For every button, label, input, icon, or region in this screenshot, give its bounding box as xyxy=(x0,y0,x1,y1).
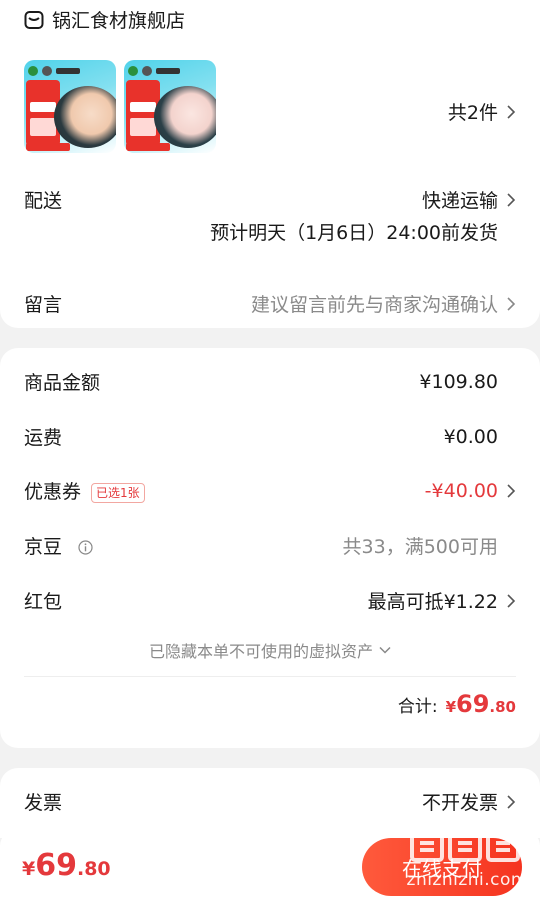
bottom-price-integer: 69 xyxy=(35,848,77,883)
chevron-down-icon xyxy=(379,646,391,654)
total-currency: ¥ xyxy=(445,698,457,716)
chevron-right-icon xyxy=(507,192,516,207)
coupon-selected-badge: 已选1张 xyxy=(91,482,145,503)
red-packet-label: 红包 xyxy=(24,591,63,613)
shipping-label: 运费 xyxy=(24,427,63,449)
message-label: 留言 xyxy=(24,294,63,316)
coupon-row[interactable]: 优惠券 已选1张 -¥40.00 xyxy=(24,477,516,504)
delivery-row[interactable]: 配送 快递运输 xyxy=(24,186,516,213)
delivery-method: 快递运输 xyxy=(421,190,498,212)
shipping-row: 运费 ¥0.00 xyxy=(24,423,516,450)
chevron-right-icon xyxy=(507,794,516,809)
message-placeholder: 建议留言前先与商家沟通确认 xyxy=(250,294,498,316)
delivery-label: 配送 xyxy=(24,190,63,212)
product-count: 共2件 xyxy=(447,102,498,124)
chevron-right-icon xyxy=(507,483,516,498)
invoice-row[interactable]: 发票 不开发票 xyxy=(24,788,516,815)
product-count-row[interactable]: 共2件 xyxy=(24,98,516,125)
message-row[interactable]: 留言 建议留言前先与商家沟通确认 xyxy=(24,290,516,317)
hidden-assets-toggle[interactable]: 已隐藏本单不可使用的虚拟资产 xyxy=(0,638,540,662)
jingdou-row: 京豆 共33，满500可用 xyxy=(24,532,516,559)
goods-amount-row: 商品金额 ¥109.80 xyxy=(24,368,516,395)
bottom-price-decimal: .80 xyxy=(76,858,111,880)
bottom-currency: ¥ xyxy=(22,858,36,880)
order-shop-card: 锅汇食材旗舰店 共2件 配送 快递运输 预计明天（1月6日）24:00前发货 留… xyxy=(0,0,540,328)
coupon-value: -¥40.00 xyxy=(424,479,498,502)
store-icon xyxy=(24,10,44,29)
invoice-value: 不开发票 xyxy=(421,792,498,814)
divider xyxy=(24,676,516,677)
goods-amount-label: 商品金额 xyxy=(24,372,101,394)
jingdou-label: 京豆 xyxy=(24,536,63,558)
delivery-estimate-row: 预计明天（1月6日）24:00前发货 xyxy=(24,218,516,245)
chevron-right-icon xyxy=(507,296,516,311)
total-label: 合计: xyxy=(397,697,438,717)
order-total: 合计: ¥ 69 .80 xyxy=(398,690,516,718)
chevron-right-icon xyxy=(507,104,516,119)
shipping-value: ¥0.00 xyxy=(443,425,498,448)
site-watermark-text: zhizhizhi.com xyxy=(406,870,528,890)
goods-amount-value: ¥109.80 xyxy=(419,370,498,393)
jingdou-value: 共33，满500可用 xyxy=(342,536,498,558)
price-summary-card: 商品金额 ¥109.80 运费 ¥0.00 优惠券 已选1张 -¥40.00 京豆 xyxy=(0,348,540,748)
red-packet-row[interactable]: 红包 最高可抵¥1.22 xyxy=(24,587,516,614)
chevron-right-icon xyxy=(507,593,516,608)
total-integer: 69 xyxy=(456,690,490,718)
shop-name: 锅汇食材旗舰店 xyxy=(52,10,186,32)
invoice-label: 发票 xyxy=(24,792,63,814)
delivery-estimate: 预计明天（1月6日）24:00前发货 xyxy=(210,222,498,244)
red-packet-value: 最高可抵¥1.22 xyxy=(367,591,498,613)
coupon-label: 优惠券 xyxy=(24,481,82,503)
shop-header[interactable]: 锅汇食材旗舰店 xyxy=(24,6,185,33)
hidden-assets-text: 已隐藏本单不可使用的虚拟资产 xyxy=(148,642,373,661)
invoice-card: 发票 不开发票 xyxy=(0,768,540,838)
info-icon[interactable] xyxy=(78,540,93,555)
total-decimal: .80 xyxy=(489,698,516,716)
bottom-price: ¥ 69 .80 xyxy=(22,848,111,883)
